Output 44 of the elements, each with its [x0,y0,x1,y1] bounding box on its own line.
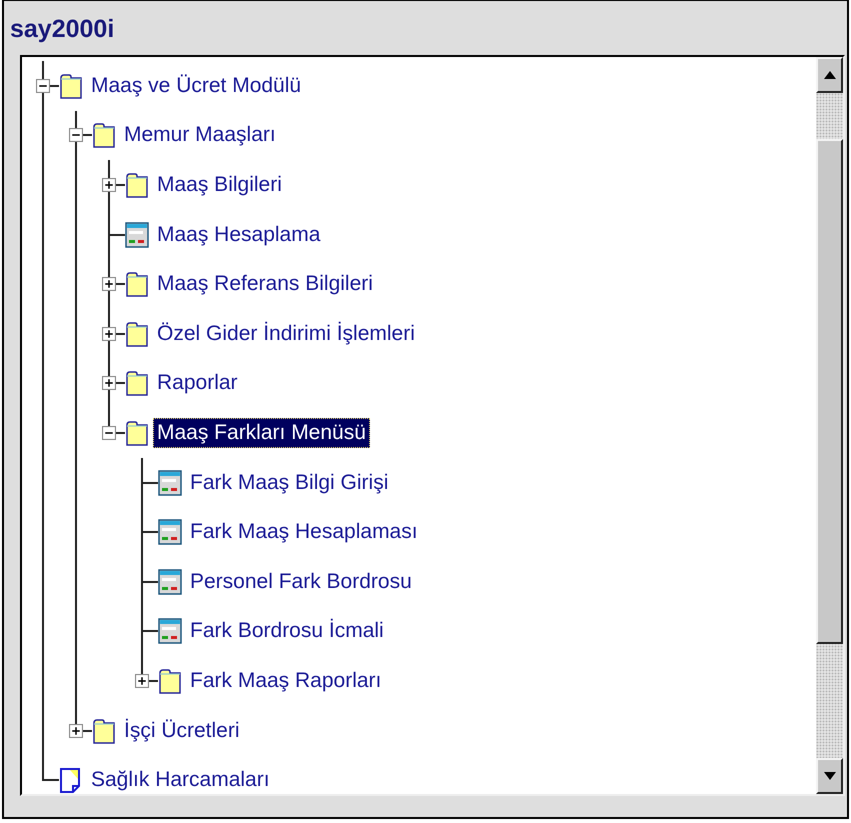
folder-icon [92,718,116,744]
form-window-icon [158,519,182,546]
folder-icon [125,420,149,446]
folder-icon [125,320,149,347]
scroll-down-button[interactable] [816,758,843,794]
form-window-icon [125,222,149,248]
expand-icon[interactable] [102,277,116,292]
expand-icon[interactable] [102,326,116,341]
window-title: say2000i [9,14,114,45]
scrollbar-thumb[interactable] [816,139,843,644]
tree-item[interactable]: Maaş ve Ücret Modülü [87,70,306,101]
collapse-icon[interactable] [36,78,50,93]
folder-icon [92,122,116,148]
tree-item[interactable]: Maaş Farkları Menüsü [153,418,370,448]
expand-icon[interactable] [102,178,116,192]
tree-item[interactable]: Sağlık Harcamaları [87,765,274,794]
vertical-scrollbar[interactable] [816,57,843,794]
tree-item[interactable]: Maaş Bilgileri [153,170,286,200]
form-window-icon [158,618,182,644]
tree-item[interactable]: Maaş Hesaplama [153,220,324,250]
tree-item[interactable]: Personel Fark Bordrosu [186,566,416,597]
tree-item[interactable]: Memur Maaşları [120,120,280,150]
expand-icon[interactable] [69,724,83,738]
tree-item[interactable]: Fark Maaş Hesaplaması [186,517,422,548]
folder-icon [125,271,149,298]
form-window-icon [158,470,182,496]
tree-item[interactable]: Fark Maaş Raporları [186,666,386,696]
tree-item[interactable]: Fark Bordrosu İcmali [186,616,388,646]
collapse-icon[interactable] [102,426,116,440]
tree-item[interactable]: Maaş Referans Bilgileri [153,269,377,300]
expand-icon[interactable] [102,376,116,390]
folder-icon [125,370,149,396]
tree-item[interactable]: İşçi Ücretleri [120,716,244,746]
document-icon [59,767,83,794]
collapse-icon[interactable] [69,128,83,142]
folder-icon [158,668,182,694]
folder-icon [125,172,149,198]
form-window-icon [158,568,182,595]
folder-icon [59,72,83,99]
tree-item[interactable]: Raporlar [153,368,242,398]
tree-item[interactable]: Fark Maaş Bilgi Girişi [186,468,392,498]
scroll-up-button[interactable] [816,57,843,93]
tree-item[interactable]: Özel Gider İndirimi İşlemleri [153,318,419,349]
expand-icon[interactable] [135,674,149,688]
